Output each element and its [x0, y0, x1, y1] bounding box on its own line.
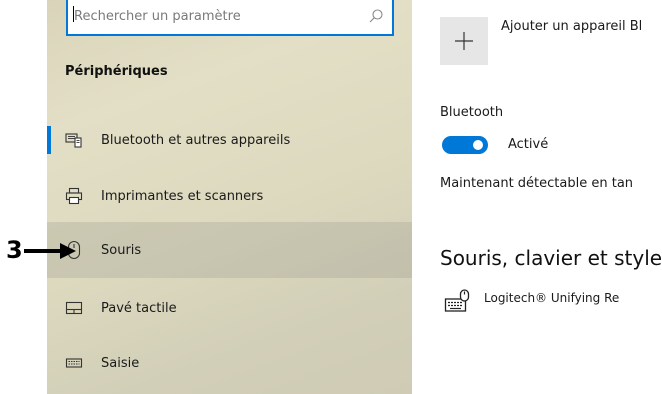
sidebar-item-label: Imprimantes et scanners — [101, 188, 264, 204]
sidebar-item-label: Bluetooth et autres appareils — [101, 132, 291, 148]
keyboard-mouse-device-icon — [444, 289, 470, 312]
bluetooth-toggle-label: Activé — [508, 137, 549, 152]
sidebar-item-printers[interactable]: Imprimantes et scanners — [47, 168, 412, 224]
search-icon[interactable] — [368, 8, 384, 24]
bluetooth-heading: Bluetooth — [440, 105, 504, 120]
settings-window: Périphériques Bluetooth et autres appare… — [0, 0, 662, 394]
add-device-label[interactable]: Ajouter un appareil Bl — [501, 19, 642, 34]
search-box[interactable] — [66, 0, 394, 36]
touchpad-icon — [64, 298, 84, 318]
sidebar-item-label: Souris — [101, 242, 142, 258]
sidebar-item-mouse[interactable]: Souris — [47, 222, 412, 278]
annotation-number: 3 — [6, 236, 23, 264]
printer-icon — [64, 186, 84, 206]
bluetooth-toggle[interactable] — [442, 136, 488, 154]
sidebar-item-typing[interactable]: Saisie — [47, 335, 412, 391]
bluetooth-devices-icon — [64, 130, 84, 150]
sidebar-item-bluetooth[interactable]: Bluetooth et autres appareils — [47, 112, 412, 168]
sidebar: Périphériques Bluetooth et autres appare… — [47, 0, 412, 394]
sidebar-item-label: Saisie — [101, 355, 140, 371]
plus-icon — [455, 32, 473, 50]
selection-indicator — [47, 126, 51, 154]
device-name[interactable]: Logitech® Unifying Re — [484, 291, 619, 305]
discoverable-text: Maintenant détectable en tan — [440, 176, 634, 191]
sidebar-item-label: Pavé tactile — [101, 300, 177, 316]
mouse-keyboard-section-title: Souris, clavier et style — [440, 246, 662, 270]
section-title: Périphériques — [65, 64, 168, 79]
search-input[interactable] — [74, 0, 354, 34]
sidebar-item-touchpad[interactable]: Pavé tactile — [47, 280, 412, 336]
step-annotation: 3 — [0, 234, 80, 268]
outer-margin — [0, 0, 47, 394]
toggle-knob — [473, 140, 483, 150]
add-device-button[interactable] — [440, 17, 488, 65]
main-content: Ajouter un appareil Bl Bluetooth Activé … — [412, 0, 662, 394]
annotation-arrow-icon — [24, 243, 76, 259]
keyboard-icon — [64, 353, 84, 373]
